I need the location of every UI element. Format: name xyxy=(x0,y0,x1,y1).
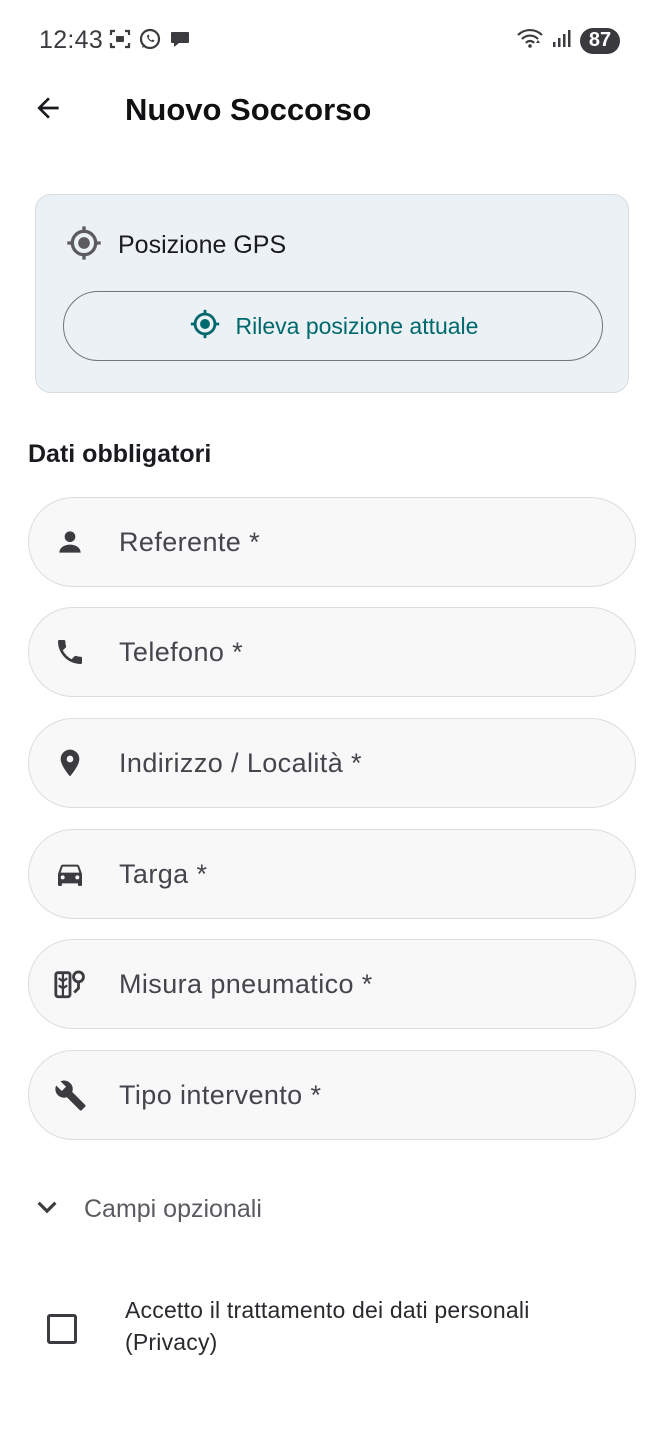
system-icons: 87 xyxy=(516,26,620,55)
battery-icon: 87 xyxy=(580,27,620,54)
privacy-checkbox[interactable] xyxy=(47,1314,77,1344)
optional-fields-label: Campi opzionali xyxy=(84,1195,262,1223)
gps-card: Posizione GPS Rileva posizione attuale xyxy=(35,194,629,393)
screenshot-icon xyxy=(108,27,132,56)
status-bar: 12:43 87 xyxy=(0,0,664,80)
tire-measure-icon xyxy=(50,964,90,1004)
detect-position-button[interactable]: Rileva posizione attuale xyxy=(63,291,603,361)
telefono-field[interactable]: Telefono * xyxy=(28,607,636,697)
indirizzo-placeholder: Indirizzo / Località * xyxy=(119,747,362,778)
back-button[interactable] xyxy=(28,90,68,130)
tipo-intervento-field[interactable]: Tipo intervento * xyxy=(28,1050,636,1140)
targa-field[interactable]: Targa * xyxy=(28,829,636,919)
signal-icon xyxy=(552,26,572,55)
gps-header: Posizione GPS xyxy=(64,223,286,268)
person-icon xyxy=(50,522,90,562)
targa-placeholder: Targa * xyxy=(119,858,208,889)
gps-title: Posizione GPS xyxy=(118,231,287,259)
telefono-placeholder: Telefono * xyxy=(119,636,244,667)
page-title: Nuovo Soccorso xyxy=(125,92,372,127)
location-pin-icon xyxy=(50,743,90,783)
referente-placeholder: Referente * xyxy=(119,526,260,557)
privacy-consent: Accetto il trattamento dei dati personal… xyxy=(44,1294,624,1358)
gps-target-icon xyxy=(64,223,104,268)
my-location-icon xyxy=(188,307,222,346)
whatsapp-icon xyxy=(138,27,162,56)
status-time: 12:43 xyxy=(39,26,104,54)
arrow-back-icon xyxy=(32,92,64,129)
wrench-icon xyxy=(50,1075,90,1115)
chat-bubble-icon xyxy=(168,27,192,56)
privacy-label: Accetto il trattamento dei dati personal… xyxy=(125,1297,530,1355)
misura-pneumatico-field[interactable]: Misura pneumatico * xyxy=(28,939,636,1029)
referente-field[interactable]: Referente * xyxy=(28,497,636,587)
phone-icon xyxy=(50,632,90,672)
notification-icons xyxy=(108,27,192,56)
app-bar: Nuovo Soccorso xyxy=(0,80,664,140)
optional-fields-toggle[interactable]: Campi opzionali xyxy=(28,1188,262,1231)
wifi-icon xyxy=(516,26,544,55)
misura-pneumatico-placeholder: Misura pneumatico * xyxy=(119,968,373,999)
detect-position-label: Rileva posizione attuale xyxy=(235,312,479,339)
indirizzo-field[interactable]: Indirizzo / Località * xyxy=(28,718,636,808)
car-icon xyxy=(50,854,90,894)
section-title: Dati obbligatori xyxy=(28,440,212,468)
chevron-down-icon xyxy=(28,1188,66,1231)
tipo-intervento-placeholder: Tipo intervento * xyxy=(119,1079,322,1110)
